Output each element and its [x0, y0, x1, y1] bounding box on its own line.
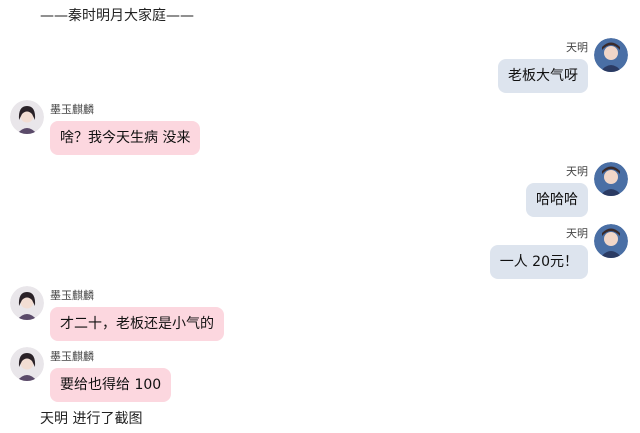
message-bubble[interactable]: 哈哈哈	[526, 183, 588, 217]
tianming-avatar[interactable]	[594, 38, 628, 72]
tianming-avatar[interactable]	[594, 162, 628, 196]
message-bubble[interactable]: 一人 20元！	[489, 245, 588, 279]
tianming-avatar[interactable]	[594, 224, 628, 258]
message-row: 墨玉麒麟 要给也得给 100	[10, 347, 172, 402]
sender-name: 天明	[566, 227, 588, 240]
moyuqilin-avatar[interactable]	[10, 347, 44, 381]
sender-name: 墨玉麒麟	[50, 103, 94, 116]
message-bubble[interactable]: 要给也得给 100	[50, 368, 172, 402]
sender-name: 墨玉麒麟	[50, 350, 94, 363]
sender-name: 天明	[566, 165, 588, 178]
screenshot-system-note: 天明 进行了截图	[40, 411, 143, 427]
sender-name: 墨玉麒麟	[50, 289, 94, 302]
sender-name: 天明	[566, 41, 588, 54]
moyuqilin-avatar[interactable]	[10, 100, 44, 134]
moyuqilin-avatar[interactable]	[10, 286, 44, 320]
message-bubble[interactable]: 才二十，老板还是小气的	[50, 307, 224, 341]
message-row: 墨玉麒麟 才二十，老板还是小气的	[10, 286, 224, 341]
message-bubble[interactable]: 老板大气呀	[498, 59, 588, 93]
message-row: 天明 哈哈哈	[526, 162, 628, 217]
message-row: 天明 老板大气呀	[498, 38, 628, 93]
message-row: 墨玉麒麟 啥？我今天生病 没来	[10, 100, 201, 155]
message-row: 天明 一人 20元！	[489, 224, 628, 279]
group-name-header: ——秦时明月大家庭——	[40, 8, 194, 24]
message-bubble[interactable]: 啥？我今天生病 没来	[50, 121, 201, 155]
